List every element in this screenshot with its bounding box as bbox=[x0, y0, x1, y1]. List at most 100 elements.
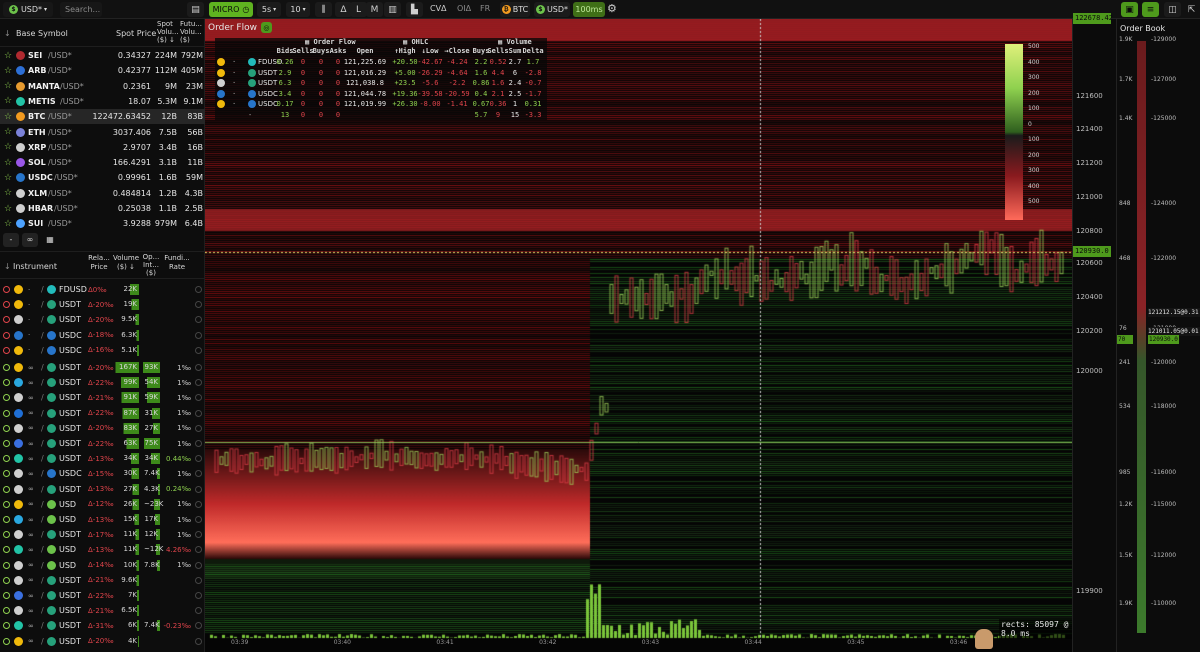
status-icon[interactable] bbox=[3, 622, 10, 630]
select-radio[interactable] bbox=[195, 470, 202, 478]
settings-icon[interactable]: ◎ bbox=[260, 22, 272, 33]
spot-row[interactable]: ☆ METIS/USD* 18.07 5.3M 9.1M bbox=[0, 94, 205, 109]
price-axis[interactable]: 122678.42 121600 121400 121200 121000 120800… bbox=[1072, 13, 1116, 652]
instrument-row[interactable]: · / USDT Δ-20‰ 9.5K bbox=[0, 312, 205, 327]
select-radio[interactable] bbox=[195, 394, 202, 402]
col-instrument[interactable]: Instrument bbox=[13, 262, 57, 271]
panel-toggle-icon[interactable]: ▤ bbox=[187, 2, 204, 17]
spot-row[interactable]: ☆ SOL/USD* 166.4291 3.1B 11B bbox=[0, 155, 205, 170]
instrument-row[interactable]: ∞ / USDT Δ-21‰ 9.6K bbox=[0, 573, 205, 588]
oid-button[interactable]: OIΔ bbox=[457, 4, 471, 13]
select-radio[interactable] bbox=[195, 500, 202, 508]
select-radio[interactable] bbox=[195, 364, 202, 371]
instrument-row[interactable]: ∞ / USDT Δ-31‰ 6K 7.4K -0.23‰ bbox=[0, 618, 205, 633]
order-flow-chart[interactable]: Order Flow ◎ ▦ Order Flow ▦ OHLC ▦ Volum… bbox=[205, 19, 1072, 652]
instrument-row[interactable]: · / USDT Δ-20‰ 19K bbox=[0, 297, 205, 312]
col-volume[interactable]: Volume ($) ↓ bbox=[112, 254, 140, 272]
calendar-icon[interactable]: ▦ bbox=[43, 233, 57, 247]
favorite-star-icon[interactable]: ☆ bbox=[4, 66, 12, 76]
instrument-row[interactable]: ∞ / USDT Δ-22‰ 7K bbox=[0, 588, 205, 603]
favorite-star-icon[interactable]: ☆ bbox=[4, 219, 12, 229]
status-icon[interactable] bbox=[3, 531, 10, 539]
bars-icon[interactable]: ▥ bbox=[384, 2, 401, 17]
m-button[interactable]: M bbox=[366, 2, 383, 17]
volume-icon[interactable]: ▙ bbox=[406, 2, 423, 17]
instrument-row[interactable]: ∞ / USDT Δ-17‰ 11K 12K 1‰ bbox=[0, 527, 205, 542]
status-icon[interactable] bbox=[3, 364, 10, 371]
status-icon[interactable] bbox=[3, 607, 10, 615]
status-icon[interactable] bbox=[3, 576, 10, 584]
status-icon[interactable] bbox=[3, 379, 10, 387]
fr-button[interactable]: FR bbox=[480, 4, 490, 13]
spot-row[interactable]: ☆ USDC/USD* 0.99961 1.6B 59M bbox=[0, 170, 205, 185]
select-radio[interactable] bbox=[195, 286, 202, 293]
instrument-row[interactable]: · / USDC Δ-16‰ 5.1K bbox=[0, 343, 205, 358]
mode-micro-button[interactable]: MICRO ◷ bbox=[209, 2, 253, 17]
select-radio[interactable] bbox=[195, 424, 202, 432]
instrument-row[interactable]: ∞ / USD Δ-14‰ 10K 7.8K 1‰ bbox=[0, 558, 205, 573]
list-icon[interactable]: ≡ bbox=[1142, 2, 1159, 17]
quote-selector[interactable]: $ USD* ▾ bbox=[3, 2, 53, 17]
search-input[interactable]: Search... bbox=[60, 2, 102, 17]
select-radio[interactable] bbox=[195, 516, 202, 523]
cvd-button[interactable]: CVΔ bbox=[430, 4, 447, 13]
col-funding-rate[interactable]: Fundi... Rate bbox=[163, 254, 191, 272]
select-radio[interactable] bbox=[195, 440, 202, 447]
status-icon[interactable] bbox=[3, 500, 10, 508]
instrument-row[interactable]: ∞ / USDT Δ-22‰ 99K 54K 1‰ bbox=[0, 375, 205, 390]
favorite-star-icon[interactable]: ☆ bbox=[4, 158, 12, 168]
status-icon[interactable] bbox=[3, 470, 10, 478]
spot-row[interactable]: ☆ ETH/USD* 3037.406 7.5B 56B bbox=[0, 125, 205, 140]
instrument-row[interactable]: ∞ / USD Δ-13‰ 15K 17K 1‰ bbox=[0, 512, 205, 527]
status-icon[interactable] bbox=[3, 394, 10, 402]
instrument-row[interactable]: ∞ / USD Δ-12‰ 26K ~23K 1‰ bbox=[0, 497, 205, 512]
instrument-row[interactable]: ∞ / USDT Δ-21‰ 91K 59K 1‰ bbox=[0, 390, 205, 405]
instrument-row[interactable]: ∞ / USDT Δ-13‰ 27K 4.3K 0.24‰ bbox=[0, 482, 205, 497]
spot-row[interactable]: ☆ ARB/USD* 0.42377 112M 405M bbox=[0, 63, 205, 78]
favorite-star-icon[interactable]: ☆ bbox=[4, 127, 12, 137]
instrument-row[interactable]: ∞ / USDT Δ-13‰ 34K 34K 0.44‰ bbox=[0, 451, 205, 466]
status-icon[interactable] bbox=[3, 301, 10, 309]
col-relative-price[interactable]: Rela... Price bbox=[86, 254, 112, 272]
col-open-interest[interactable]: Op... Int... ($) bbox=[141, 253, 161, 277]
depth-select[interactable]: 10 ▾ bbox=[286, 2, 310, 17]
select-radio[interactable] bbox=[195, 316, 202, 324]
filter-dash-button[interactable]: - bbox=[3, 233, 19, 247]
instrument-row[interactable]: ∞ / USD Δ-13‰ 11K ~12K 4.26‰ bbox=[0, 542, 205, 557]
perpetual-filter-icon[interactable]: ∞ bbox=[22, 233, 38, 247]
instrument-row[interactable]: ∞ / USDT Δ-22‰ 87K 31K 1‰ bbox=[0, 406, 205, 421]
spot-row[interactable]: ☆ XLM/USD* 0.484814 1.2B 4.3B bbox=[0, 186, 205, 201]
spot-row[interactable]: ☆ MANTA/USD* 0.2361 9M 23M bbox=[0, 79, 205, 94]
select-radio[interactable] bbox=[195, 485, 202, 493]
favorite-star-icon[interactable]: ☆ bbox=[4, 142, 12, 152]
select-radio[interactable] bbox=[195, 455, 202, 463]
instrument-row[interactable]: ∞ / USDT Δ-22‰ 63K 75K 1‰ bbox=[0, 436, 205, 451]
favorite-star-icon[interactable]: ☆ bbox=[4, 173, 12, 183]
layout-icon[interactable]: ◫ bbox=[1164, 2, 1181, 17]
favorite-star-icon[interactable]: ☆ bbox=[4, 188, 12, 198]
favorite-star-icon[interactable]: ☆ bbox=[4, 51, 12, 61]
instrument-row[interactable]: ∞ / USDC Δ-15‰ 30K 7.4K 1‰ bbox=[0, 466, 205, 481]
favorite-star-icon[interactable]: ☆ bbox=[4, 204, 12, 214]
btc-chip[interactable]: ₿ BTC bbox=[500, 2, 530, 17]
status-icon[interactable] bbox=[3, 637, 10, 645]
instrument-row[interactable]: ∞ / USDT Δ-20‰ 4K bbox=[0, 634, 205, 649]
favorite-star-icon[interactable]: ☆ bbox=[4, 96, 12, 106]
status-icon[interactable] bbox=[3, 546, 10, 554]
select-radio[interactable] bbox=[195, 592, 202, 599]
interval-select[interactable]: 5s ▾ bbox=[257, 2, 281, 17]
spot-row[interactable]: ☆ SUI/USD* 3.9288 979M 6.4B bbox=[0, 216, 205, 231]
col-futures-volume[interactable]: Futu... Volu... ($) bbox=[180, 20, 204, 44]
refresh-rate-button[interactable]: 100ms bbox=[573, 2, 605, 17]
select-radio[interactable] bbox=[195, 331, 202, 339]
instrument-row[interactable]: · / FDUSD Δ0‰ 22K bbox=[0, 282, 205, 297]
instrument-row[interactable]: ∞ / USDT Δ-21‰ 6.5K bbox=[0, 603, 205, 618]
favorite-star-icon[interactable]: ☆ bbox=[4, 112, 12, 122]
status-icon[interactable] bbox=[3, 455, 10, 463]
l-button[interactable]: L bbox=[350, 2, 367, 17]
status-icon[interactable] bbox=[3, 561, 10, 569]
spot-row[interactable]: ☆ BTC/USD* 122472.63452 12B 83B bbox=[0, 109, 205, 125]
status-icon[interactable] bbox=[3, 331, 10, 339]
status-icon[interactable] bbox=[3, 440, 10, 447]
status-icon[interactable] bbox=[3, 592, 10, 599]
